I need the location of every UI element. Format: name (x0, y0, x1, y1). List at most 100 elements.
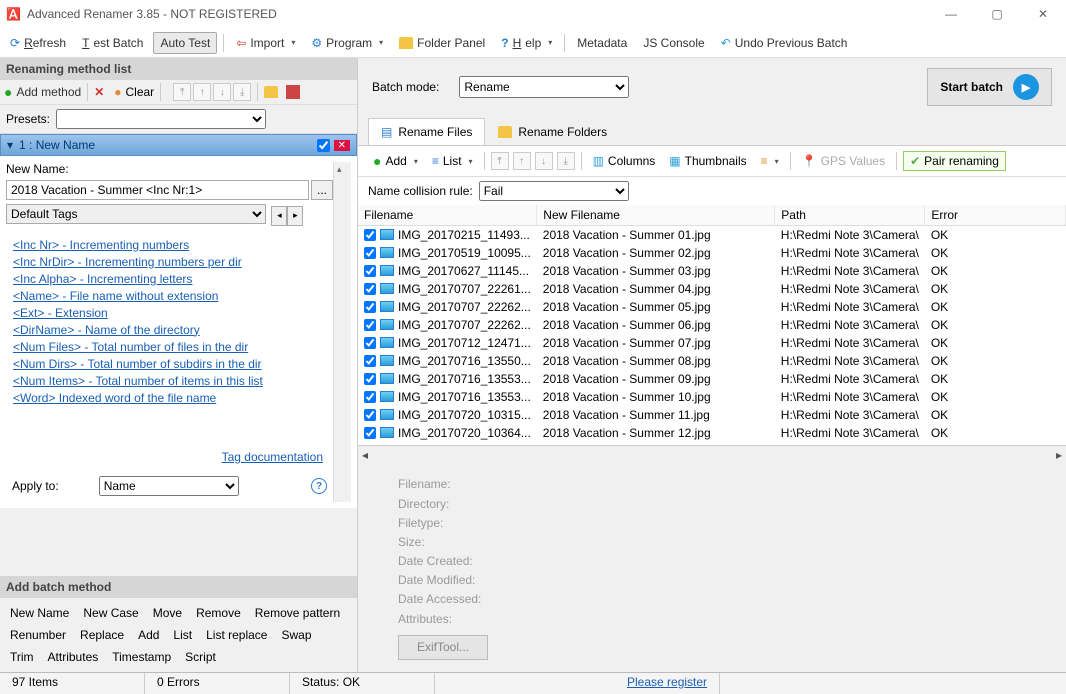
table-row[interactable]: IMG_20170215_11493...2018 Vacation - Sum… (358, 226, 1066, 244)
row-checkbox[interactable] (364, 319, 376, 331)
gps-button[interactable]: 📍GPS Values (797, 152, 890, 170)
exiftool-button[interactable]: ExifTool... (398, 635, 488, 660)
collision-rule-select[interactable]: Fail (479, 181, 629, 201)
batch-method-list-replace[interactable]: List replace (206, 628, 267, 642)
table-row[interactable]: IMG_20170627_11145...2018 Vacation - Sum… (358, 262, 1066, 280)
tag-link[interactable]: <DirName> - Name of the directory (13, 323, 326, 337)
maximize-button[interactable]: ▢ (974, 0, 1020, 28)
close-button[interactable]: ✕ (1020, 0, 1066, 28)
tag-documentation-link[interactable]: Tag documentation (222, 450, 323, 464)
program-button[interactable]: ⚙Program (305, 33, 389, 53)
tag-link[interactable]: <Num Files> - Total number of files in t… (13, 340, 326, 354)
tag-link[interactable]: <Name> - File name without extension (13, 289, 326, 303)
grid-top-button[interactable]: ⤒ (491, 152, 509, 170)
list-button[interactable]: ≡List (427, 152, 478, 170)
row-checkbox[interactable] (364, 265, 376, 277)
folder-panel-button[interactable]: Folder Panel (393, 33, 491, 53)
col-filename[interactable]: Filename (358, 205, 537, 226)
method-enabled-checkbox[interactable] (317, 139, 330, 152)
add-files-button[interactable]: ●Add (368, 151, 423, 171)
js-console-button[interactable]: JS Console (637, 33, 710, 53)
pair-renaming-button[interactable]: ✔Pair renaming (903, 151, 1006, 171)
method-header[interactable]: ▾1 : New Name ✕ (0, 134, 357, 156)
undo-batch-button[interactable]: ↶Undo Previous Batch (715, 33, 854, 53)
table-row[interactable]: IMG_20170720_10315...2018 Vacation - Sum… (358, 406, 1066, 424)
metadata-button[interactable]: Metadata (571, 33, 633, 53)
file-grid[interactable]: Filename New Filename Path Error IMG_201… (358, 205, 1066, 445)
col-path[interactable]: Path (775, 205, 925, 226)
newname-browse-button[interactable]: ... (311, 180, 333, 200)
tab-rename-folders[interactable]: Rename Folders (485, 118, 620, 145)
import-button[interactable]: ⇦Import (230, 33, 301, 53)
delete-method-button[interactable]: ✕ (94, 85, 104, 99)
grid-up-button[interactable]: ↑ (513, 152, 531, 170)
table-row[interactable]: IMG_20170707_22262...2018 Vacation - Sum… (358, 298, 1066, 316)
table-row[interactable]: IMG_20170707_22262...2018 Vacation - Sum… (358, 316, 1066, 334)
row-checkbox[interactable] (364, 301, 376, 313)
row-checkbox[interactable] (364, 373, 376, 385)
tag-link[interactable]: <Inc Alpha> - Incrementing letters (13, 272, 326, 286)
batch-method-timestamp[interactable]: Timestamp (112, 650, 171, 664)
move-up-button[interactable]: ↑ (193, 83, 211, 101)
method-scrollbar[interactable] (333, 162, 351, 502)
thumbnails-button[interactable]: ▦Thumbnails (664, 152, 751, 170)
row-checkbox[interactable] (364, 337, 376, 349)
batch-method-list[interactable]: List (173, 628, 192, 642)
tag-link[interactable]: <Num Items> - Total number of items in t… (13, 374, 326, 388)
start-batch-button[interactable]: Start batch ▶ (927, 68, 1052, 106)
tag-link[interactable]: <Inc NrDir> - Incrementing numbers per d… (13, 255, 326, 269)
tag-next-button[interactable]: ▸ (287, 206, 303, 226)
minimize-button[interactable]: — (928, 0, 974, 28)
tab-rename-files[interactable]: ▤Rename Files (368, 118, 485, 145)
batch-method-new-name[interactable]: New Name (10, 606, 69, 620)
batch-method-new-case[interactable]: New Case (83, 606, 138, 620)
row-checkbox[interactable] (364, 229, 376, 241)
batch-method-move[interactable]: Move (153, 606, 182, 620)
open-icon[interactable] (264, 86, 278, 98)
batch-method-remove[interactable]: Remove (196, 606, 241, 620)
columns-button[interactable]: ▥Columns (588, 152, 661, 170)
refresh-button[interactable]: ⟳Refresh (4, 33, 72, 53)
table-row[interactable]: IMG_20170716_13553...2018 Vacation - Sum… (358, 388, 1066, 406)
row-checkbox[interactable] (364, 391, 376, 403)
tag-prev-button[interactable]: ◂ (271, 206, 287, 226)
tag-link[interactable]: <Word> Indexed word of the file name (13, 391, 326, 405)
method-close-button[interactable]: ✕ (334, 140, 350, 151)
newname-input[interactable] (6, 180, 309, 200)
register-link[interactable]: Please register (627, 675, 707, 689)
col-error[interactable]: Error (925, 205, 1066, 226)
batch-method-replace[interactable]: Replace (80, 628, 124, 642)
col-newfilename[interactable]: New Filename (537, 205, 775, 226)
applyto-select[interactable]: Name (99, 476, 239, 496)
table-row[interactable]: IMG_20170716_13553...2018 Vacation - Sum… (358, 370, 1066, 388)
table-row[interactable]: IMG_20170712_12471...2018 Vacation - Sum… (358, 334, 1066, 352)
grid-bottom-button[interactable]: ⤓ (557, 152, 575, 170)
tag-link[interactable]: <Num Dirs> - Total number of subdirs in … (13, 357, 326, 371)
presets-select[interactable] (56, 109, 266, 129)
move-bottom-button[interactable]: ⤓ (233, 83, 251, 101)
grid-down-button[interactable]: ↓ (535, 152, 553, 170)
help-button[interactable]: ?Help (495, 33, 558, 53)
tag-link[interactable]: <Ext> - Extension (13, 306, 326, 320)
batchmode-select[interactable]: Rename (459, 76, 629, 98)
auto-test-button[interactable]: Auto Test (153, 32, 217, 54)
table-row[interactable]: IMG_20170720_10364...2018 Vacation - Sum… (358, 424, 1066, 442)
add-method-button[interactable]: ●Add method (4, 84, 81, 100)
batch-method-script[interactable]: Script (185, 650, 216, 664)
display-button[interactable]: ≡ (756, 152, 784, 170)
row-checkbox[interactable] (364, 247, 376, 259)
batch-method-remove-pattern[interactable]: Remove pattern (255, 606, 340, 620)
batch-method-renumber[interactable]: Renumber (10, 628, 66, 642)
tag-link[interactable]: <Inc Nr> - Incrementing numbers (13, 238, 326, 252)
table-row[interactable]: IMG_20170519_10095...2018 Vacation - Sum… (358, 244, 1066, 262)
tags-select[interactable]: Default Tags (6, 204, 266, 224)
batch-method-add[interactable]: Add (138, 628, 159, 642)
help-icon[interactable]: ? (311, 478, 327, 494)
row-checkbox[interactable] (364, 283, 376, 295)
table-row[interactable]: IMG_20170707_22261...2018 Vacation - Sum… (358, 280, 1066, 298)
row-checkbox[interactable] (364, 409, 376, 421)
clear-button[interactable]: ●Clear (114, 85, 154, 99)
grid-hscroll[interactable]: ◂▸ (358, 445, 1066, 463)
row-checkbox[interactable] (364, 427, 376, 439)
table-row[interactable]: IMG_20170716_13550...2018 Vacation - Sum… (358, 352, 1066, 370)
